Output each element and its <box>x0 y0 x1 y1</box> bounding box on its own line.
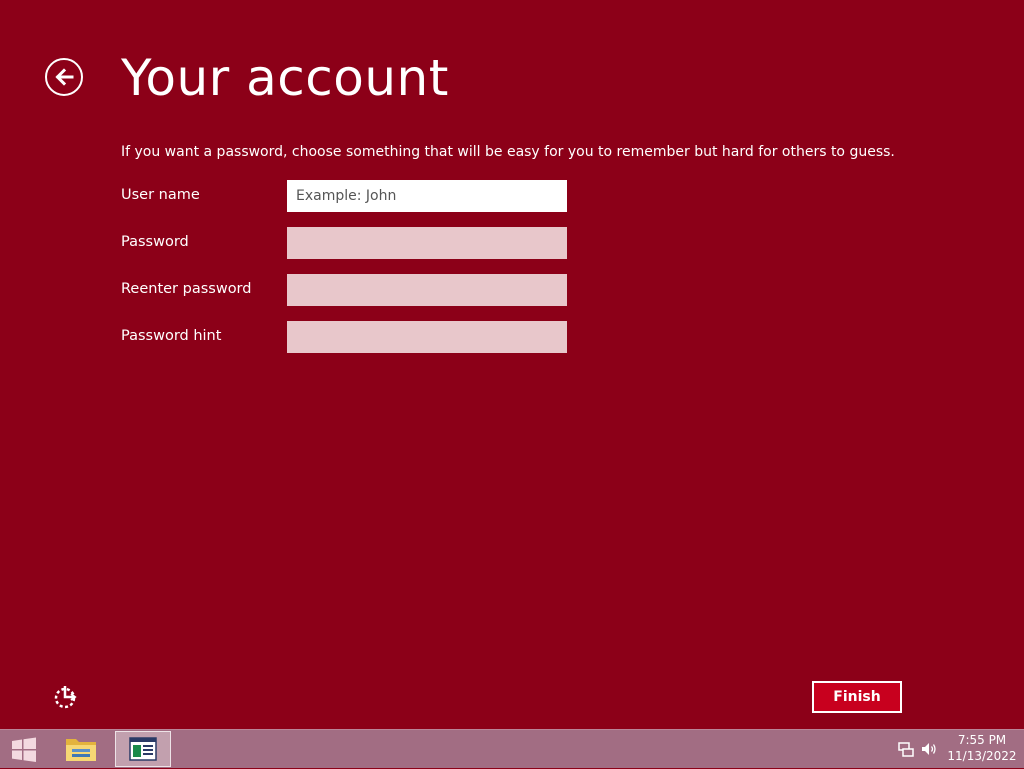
password-hint-input[interactable] <box>287 321 567 353</box>
instructions-text: If you want a password, choose something… <box>121 144 895 160</box>
ease-of-access-icon <box>54 686 77 709</box>
folder-icon <box>66 739 96 761</box>
clock-time: 7:55 PM <box>957 733 1007 747</box>
network-tray-button[interactable] <box>897 740 915 758</box>
reenter-password-input[interactable] <box>287 274 567 306</box>
finish-button[interactable]: Finish <box>812 681 902 713</box>
taskbar: 7:55 PM 11/13/2022 <box>0 729 1024 768</box>
back-arrow-icon <box>55 68 74 86</box>
volume-icon <box>922 743 936 755</box>
reenter-password-label: Reenter password <box>121 281 252 297</box>
network-icon <box>898 742 914 757</box>
username-label: User name <box>121 187 200 203</box>
volume-tray-button[interactable] <box>920 740 938 758</box>
password-input[interactable] <box>287 227 567 259</box>
windows-logo-icon <box>12 737 36 762</box>
password-label: Password <box>121 234 189 250</box>
taskbar-setup-window[interactable] <box>115 731 171 767</box>
start-button[interactable] <box>8 735 40 765</box>
back-button[interactable] <box>45 58 83 96</box>
username-input[interactable] <box>287 180 567 212</box>
clock-date: 11/13/2022 <box>947 749 1017 763</box>
taskbar-clock[interactable]: 7:55 PM 11/13/2022 <box>946 732 1018 764</box>
taskbar-file-explorer[interactable] <box>53 731 109 767</box>
password-hint-label: Password hint <box>121 328 222 344</box>
account-setup-screen: Your account If you want a password, cho… <box>0 0 1024 729</box>
ease-of-access-button[interactable] <box>52 684 80 710</box>
page-title: Your account <box>121 49 449 107</box>
setup-window-icon <box>129 737 157 761</box>
